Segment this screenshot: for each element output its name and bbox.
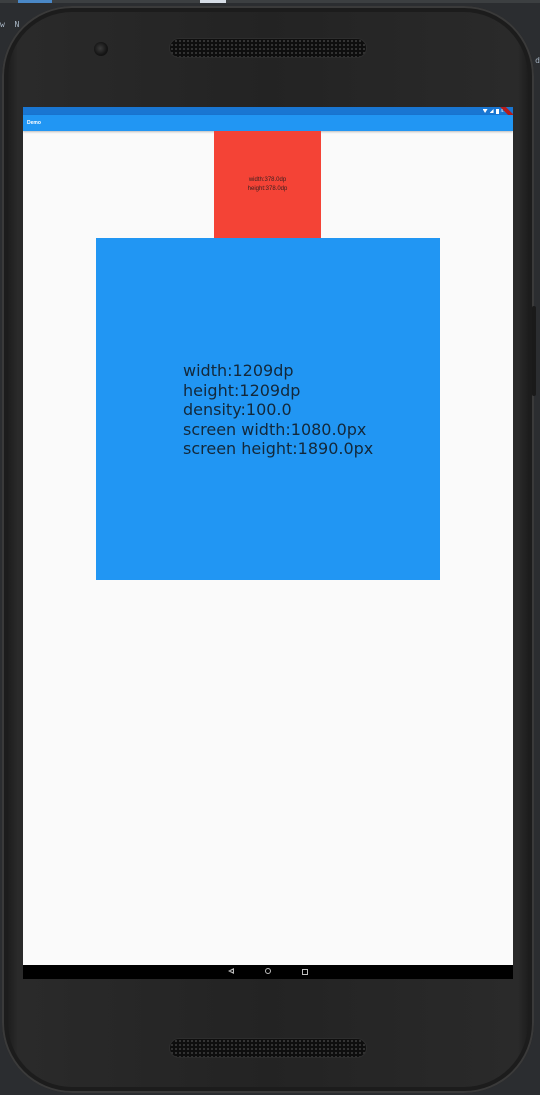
red-container: width:378.0dp height:378.0dp xyxy=(214,131,321,238)
ide-tab[interactable] xyxy=(18,0,52,3)
ide-side-label: w xyxy=(0,20,5,29)
ide-tab[interactable] xyxy=(200,0,226,3)
bottom-speaker-grille xyxy=(170,1039,366,1057)
camera-icon xyxy=(94,42,108,56)
home-icon[interactable] xyxy=(265,968,271,974)
back-icon[interactable] xyxy=(228,968,234,974)
signal-icon xyxy=(489,109,494,113)
blue-width-label: width:1209dp xyxy=(183,361,294,380)
blue-height-label: height:1209dp xyxy=(183,380,301,400)
battery-icon xyxy=(495,108,499,114)
top-speaker-grille xyxy=(170,39,366,57)
screen-width-label: screen width:1080.0px xyxy=(183,419,367,439)
density-label: density:100.0 xyxy=(183,400,292,419)
screen-height-label: screen height:1890.0px xyxy=(183,439,374,458)
ide-toolbar xyxy=(0,0,540,3)
red-width-label: width:378.0dp xyxy=(248,176,287,183)
ide-side-label: N xyxy=(14,20,20,29)
red-height-label: height:378.0dp xyxy=(247,185,288,192)
recents-icon[interactable] xyxy=(302,968,308,975)
device-screen: 4:3 Demo width:378.0dp height:378.0dp wi… xyxy=(23,107,513,979)
blue-container: width:1209dp height:1209dp density:100.0… xyxy=(96,238,440,580)
app-title: Demo xyxy=(27,120,41,126)
blue-info-text: width:1209dp height:1209dp density:100.0… xyxy=(183,361,373,459)
ide-side-label: d xyxy=(535,56,540,65)
ide-side-text: w N xyxy=(0,20,19,29)
phone-side-button xyxy=(532,306,536,396)
wifi-icon xyxy=(482,109,488,113)
app-bar: Demo xyxy=(23,115,513,131)
navigation-bar xyxy=(23,965,513,979)
status-bar: 4:3 xyxy=(23,107,513,122)
